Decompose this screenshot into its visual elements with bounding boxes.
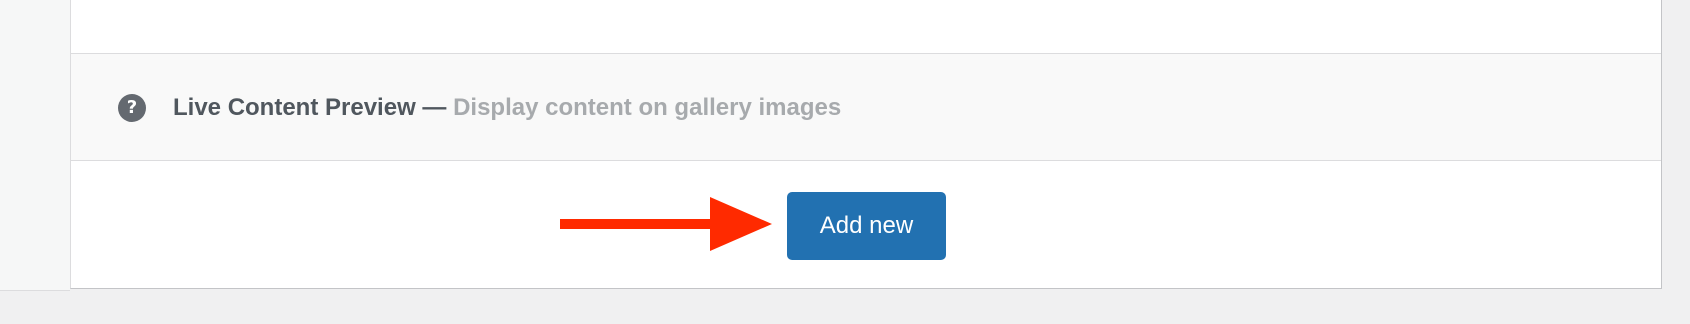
red-arrow-annotation-icon bbox=[560, 197, 772, 251]
page: ? Live Content Preview — Display content… bbox=[0, 0, 1690, 324]
live-content-preview-row[interactable]: ? Live Content Preview — Display content… bbox=[71, 54, 1661, 161]
title-separator: — bbox=[415, 94, 454, 121]
live-content-preview-description: Display content on gallery images bbox=[453, 94, 842, 121]
live-content-preview-title: Live Content Preview bbox=[173, 94, 416, 121]
admin-sidebar-edge bbox=[0, 0, 70, 291]
panel-footer-actions: Add new bbox=[71, 161, 1661, 288]
live-content-preview-label: Live Content Preview — Display content o… bbox=[173, 92, 841, 124]
panel-top-section bbox=[71, 0, 1661, 54]
add-new-button[interactable]: Add new bbox=[787, 192, 946, 260]
settings-panel: ? Live Content Preview — Display content… bbox=[70, 0, 1662, 289]
question-circle-icon[interactable]: ? bbox=[118, 94, 146, 122]
